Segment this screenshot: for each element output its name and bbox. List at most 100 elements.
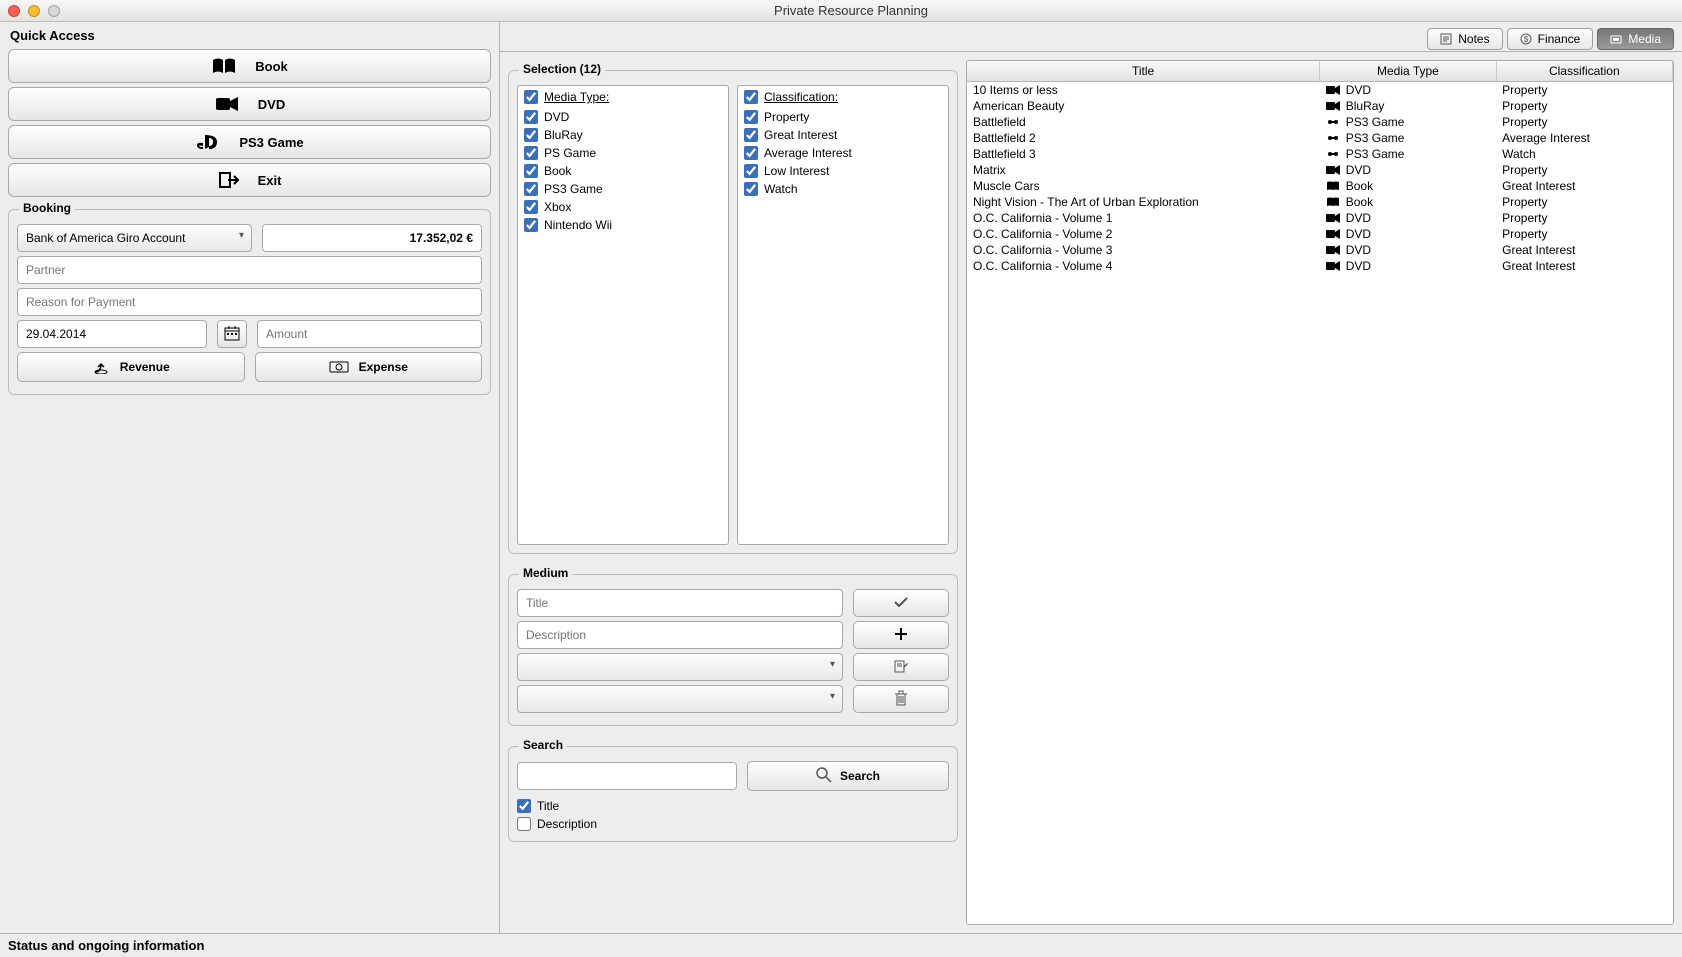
table-row[interactable]: O.C. California - Volume 1DVDProperty: [967, 210, 1673, 226]
cell-classification: Great Interest: [1496, 258, 1672, 274]
cell-title: Muscle Cars: [967, 178, 1320, 194]
cell-title: O.C. California - Volume 4: [967, 258, 1320, 274]
classification-checkbox[interactable]: [744, 128, 758, 142]
cell-media-type: DVD: [1320, 226, 1496, 242]
media-type-heading: Media Type:: [544, 90, 609, 104]
date-input[interactable]: [17, 320, 207, 348]
col-title[interactable]: Title: [967, 61, 1320, 82]
ps3-button[interactable]: PS3 Game: [8, 125, 491, 159]
medium-select-2[interactable]: [517, 685, 843, 713]
medium-select-1[interactable]: [517, 653, 843, 681]
tab-finance[interactable]: $ Finance: [1507, 28, 1594, 50]
media-type-checkbox[interactable]: [524, 218, 538, 232]
media-type-checkbox[interactable]: [524, 110, 538, 124]
delete-button[interactable]: [853, 685, 949, 713]
confirm-button[interactable]: [853, 589, 949, 617]
classification-label: Watch: [764, 182, 798, 196]
calendar-button[interactable]: [217, 320, 247, 348]
playstation-icon: [195, 133, 221, 151]
edit-button[interactable]: [853, 653, 949, 681]
col-media-type[interactable]: Media Type: [1320, 61, 1496, 82]
exit-button[interactable]: Exit: [8, 163, 491, 197]
book-button[interactable]: Book: [8, 49, 491, 83]
classification-checkbox[interactable]: [744, 146, 758, 160]
dvd-button[interactable]: DVD: [8, 87, 491, 121]
add-button[interactable]: [853, 621, 949, 649]
search-description-checkbox[interactable]: [517, 817, 531, 831]
dvd-button-label: DVD: [258, 97, 285, 112]
table-row[interactable]: Night Vision - The Art of Urban Explorat…: [967, 194, 1673, 210]
cell-title: Matrix: [967, 162, 1320, 178]
table-row[interactable]: O.C. California - Volume 3DVDGreat Inter…: [967, 242, 1673, 258]
search-title-checkbox[interactable]: [517, 799, 531, 813]
cell-media-type: Book: [1320, 194, 1496, 210]
table-row[interactable]: O.C. California - Volume 4DVDGreat Inter…: [967, 258, 1673, 274]
media-type-checkbox[interactable]: [524, 128, 538, 142]
col-classification[interactable]: Classification: [1496, 61, 1672, 82]
revenue-label: Revenue: [120, 360, 170, 374]
search-heading: Search: [519, 738, 567, 752]
cell-title: O.C. California - Volume 1: [967, 210, 1320, 226]
media-type-item: DVD: [524, 108, 722, 126]
media-type-item: BluRay: [524, 126, 722, 144]
expense-button[interactable]: Expense: [255, 352, 483, 382]
account-select[interactable]: Bank of America Giro Account: [17, 224, 252, 252]
media-type-checkbox[interactable]: [524, 164, 538, 178]
media-type-all-checkbox[interactable]: [524, 90, 538, 104]
book-icon: [211, 57, 237, 75]
medium-description-input[interactable]: [517, 621, 843, 649]
expense-icon: [329, 359, 349, 376]
cell-classification: Property: [1496, 98, 1672, 114]
quick-access-heading: Quick Access: [8, 24, 491, 47]
close-window-icon[interactable]: [8, 5, 20, 17]
calendar-icon: [224, 325, 240, 344]
media-type-label: Nintendo Wii: [544, 218, 612, 232]
table-row[interactable]: 10 Items or lessDVDProperty: [967, 82, 1673, 99]
classification-checkbox[interactable]: [744, 164, 758, 178]
media-type-checkbox[interactable]: [524, 182, 538, 196]
classification-checkbox[interactable]: [744, 182, 758, 196]
media-type-checkbox[interactable]: [524, 146, 538, 160]
cell-title: Night Vision - The Art of Urban Explorat…: [967, 194, 1320, 210]
media-type-row-icon: [1326, 229, 1340, 239]
cell-media-type: PS3 Game: [1320, 114, 1496, 130]
amount-input[interactable]: [257, 320, 482, 348]
reason-input[interactable]: [17, 288, 482, 316]
media-type-checkbox[interactable]: [524, 200, 538, 214]
notes-icon: [1440, 33, 1452, 45]
classification-label: Property: [764, 110, 809, 124]
cell-title: O.C. California - Volume 2: [967, 226, 1320, 242]
media-type-row-icon: [1326, 85, 1340, 95]
cell-classification: Property: [1496, 226, 1672, 242]
media-table: Title Media Type Classification 10 Items…: [966, 60, 1674, 925]
trash-icon: [894, 690, 908, 709]
classification-item: Watch: [744, 180, 942, 198]
table-row[interactable]: MatrixDVDProperty: [967, 162, 1673, 178]
partner-input[interactable]: [17, 256, 482, 284]
cell-classification: Great Interest: [1496, 178, 1672, 194]
cell-title: Battlefield 2: [967, 130, 1320, 146]
tab-notes[interactable]: Notes: [1427, 28, 1502, 50]
cell-title: O.C. California - Volume 3: [967, 242, 1320, 258]
table-row[interactable]: American BeautyBluRayProperty: [967, 98, 1673, 114]
medium-title-input[interactable]: [517, 589, 843, 617]
classification-all-checkbox[interactable]: [744, 90, 758, 104]
cell-classification: Average Interest: [1496, 130, 1672, 146]
media-type-item: Xbox: [524, 198, 722, 216]
cell-classification: Property: [1496, 194, 1672, 210]
classification-checkbox[interactable]: [744, 110, 758, 124]
table-row[interactable]: Muscle CarsBookGreat Interest: [967, 178, 1673, 194]
table-row[interactable]: Battlefield 3PS3 GameWatch: [967, 146, 1673, 162]
revenue-button[interactable]: Revenue: [17, 352, 245, 382]
classification-label: Low Interest: [764, 164, 829, 178]
search-button[interactable]: Search: [747, 761, 949, 791]
search-button-label: Search: [840, 769, 880, 783]
table-row[interactable]: O.C. California - Volume 2DVDProperty: [967, 226, 1673, 242]
media-type-item: PS Game: [524, 144, 722, 162]
window-title: Private Resource Planning: [28, 3, 1674, 18]
cell-classification: Property: [1496, 210, 1672, 226]
table-row[interactable]: BattlefieldPS3 GameProperty: [967, 114, 1673, 130]
search-input[interactable]: [517, 762, 737, 790]
tab-media[interactable]: Media: [1597, 28, 1674, 50]
table-row[interactable]: Battlefield 2PS3 GameAverage Interest: [967, 130, 1673, 146]
